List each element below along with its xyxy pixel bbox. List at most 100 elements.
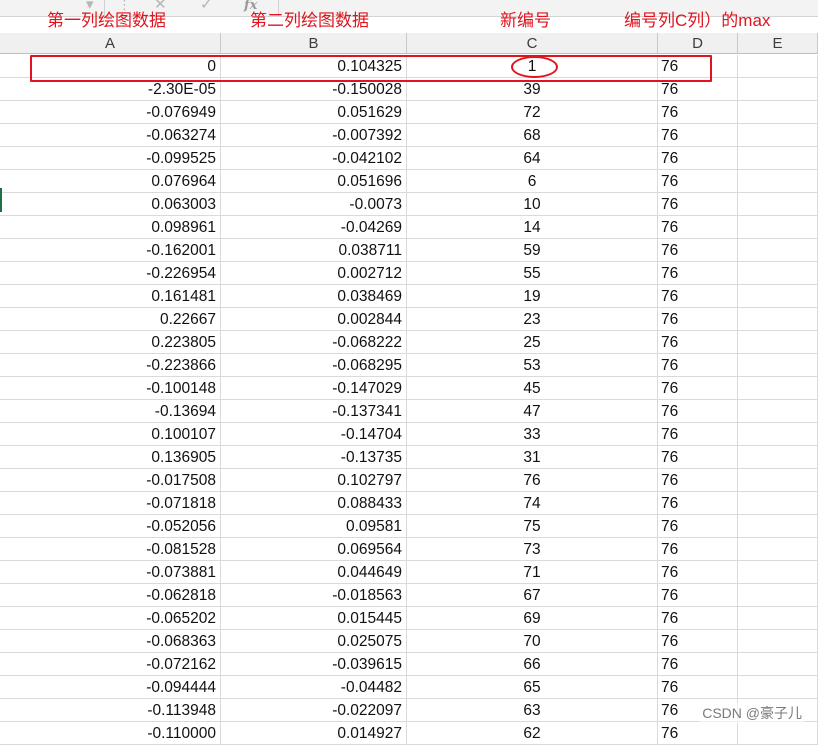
cell-b[interactable]: -0.14704 <box>221 423 407 446</box>
cell-d[interactable]: 76 <box>658 653 738 676</box>
cell-e[interactable] <box>738 124 818 147</box>
cell-d[interactable]: 76 <box>658 607 738 630</box>
cell-e[interactable] <box>738 101 818 124</box>
cell-a[interactable]: 0.223805 <box>0 331 221 354</box>
cell-a[interactable]: -0.063274 <box>0 124 221 147</box>
cell-b[interactable]: 0.025075 <box>221 630 407 653</box>
cell-e[interactable] <box>738 193 818 216</box>
cell-a[interactable]: 0.098961 <box>0 216 221 239</box>
cell-e[interactable] <box>738 630 818 653</box>
cell-a[interactable]: -0.017508 <box>0 469 221 492</box>
cell-a[interactable]: 0.22667 <box>0 308 221 331</box>
cell-b[interactable]: 0.002712 <box>221 262 407 285</box>
cell-e[interactable] <box>738 492 818 515</box>
cell-e[interactable] <box>738 676 818 699</box>
cell-c[interactable]: 62 <box>407 722 658 745</box>
cell-c[interactable]: 23 <box>407 308 658 331</box>
cell-d[interactable]: 76 <box>658 216 738 239</box>
cell-b[interactable]: -0.04482 <box>221 676 407 699</box>
cell-a[interactable]: -0.081528 <box>0 538 221 561</box>
cell-b[interactable]: 0.088433 <box>221 492 407 515</box>
cell-e[interactable] <box>738 55 818 78</box>
cell-c[interactable]: 45 <box>407 377 658 400</box>
cell-c[interactable]: 6 <box>407 170 658 193</box>
cell-c[interactable]: 74 <box>407 492 658 515</box>
cell-b[interactable]: -0.042102 <box>221 147 407 170</box>
cell-a[interactable]: -0.110000 <box>0 722 221 745</box>
cell-b[interactable]: -0.0073 <box>221 193 407 216</box>
cell-a[interactable]: -0.052056 <box>0 515 221 538</box>
cell-e[interactable] <box>738 377 818 400</box>
cell-a[interactable]: -0.068363 <box>0 630 221 653</box>
cell-c[interactable]: 14 <box>407 216 658 239</box>
cell-b[interactable]: -0.022097 <box>221 699 407 722</box>
cell-a[interactable]: 0.136905 <box>0 446 221 469</box>
cell-c[interactable]: 71 <box>407 561 658 584</box>
cell-e[interactable] <box>738 216 818 239</box>
cell-d[interactable]: 76 <box>658 262 738 285</box>
cell-c[interactable]: 33 <box>407 423 658 446</box>
cell-c[interactable]: 53 <box>407 354 658 377</box>
cell-a[interactable]: -0.162001 <box>0 239 221 262</box>
cell-b[interactable]: -0.068295 <box>221 354 407 377</box>
column-header-c[interactable]: C <box>407 33 658 54</box>
cell-e[interactable] <box>738 170 818 193</box>
cell-d[interactable]: 76 <box>658 101 738 124</box>
cell-e[interactable] <box>738 722 818 745</box>
cell-c[interactable]: 55 <box>407 262 658 285</box>
cell-d[interactable]: 76 <box>658 469 738 492</box>
cell-a[interactable]: -0.113948 <box>0 699 221 722</box>
confirm-icon[interactable]: ✓ <box>200 0 213 14</box>
cell-e[interactable] <box>738 354 818 377</box>
cell-c[interactable]: 69 <box>407 607 658 630</box>
cell-d[interactable]: 76 <box>658 331 738 354</box>
cell-e[interactable] <box>738 584 818 607</box>
cell-c[interactable]: 10 <box>407 193 658 216</box>
cell-d[interactable]: 76 <box>658 446 738 469</box>
cell-a[interactable]: 0.063003 <box>0 193 221 216</box>
cell-d[interactable]: 76 <box>658 400 738 423</box>
cell-b[interactable]: -0.007392 <box>221 124 407 147</box>
cell-d[interactable]: 76 <box>658 285 738 308</box>
cell-e[interactable] <box>738 147 818 170</box>
cell-e[interactable] <box>738 262 818 285</box>
cell-e[interactable] <box>738 400 818 423</box>
cell-b[interactable]: 0.051696 <box>221 170 407 193</box>
cell-a[interactable]: -0.062818 <box>0 584 221 607</box>
cell-d[interactable]: 76 <box>658 561 738 584</box>
column-header-a[interactable]: A <box>0 33 221 54</box>
cell-c[interactable]: 67 <box>407 584 658 607</box>
cell-c[interactable]: 47 <box>407 400 658 423</box>
cell-e[interactable] <box>738 78 818 101</box>
cell-e[interactable] <box>738 561 818 584</box>
cell-d[interactable]: 76 <box>658 722 738 745</box>
cell-c[interactable]: 25 <box>407 331 658 354</box>
cell-d[interactable]: 76 <box>658 423 738 446</box>
cell-a[interactable]: -0.065202 <box>0 607 221 630</box>
cell-e[interactable] <box>738 653 818 676</box>
cell-a[interactable]: -0.071818 <box>0 492 221 515</box>
cell-a[interactable]: 0.100107 <box>0 423 221 446</box>
cell-a[interactable]: -0.072162 <box>0 653 221 676</box>
cell-d[interactable]: 76 <box>658 308 738 331</box>
cell-a[interactable]: 0.161481 <box>0 285 221 308</box>
cell-c[interactable]: 72 <box>407 101 658 124</box>
cell-e[interactable] <box>738 469 818 492</box>
cell-c[interactable]: 68 <box>407 124 658 147</box>
column-header-e[interactable]: E <box>738 33 818 54</box>
cell-a[interactable]: -0.099525 <box>0 147 221 170</box>
cell-d[interactable]: 76 <box>658 124 738 147</box>
cell-c[interactable]: 70 <box>407 630 658 653</box>
cell-c[interactable]: 64 <box>407 147 658 170</box>
cell-b[interactable]: 0.002844 <box>221 308 407 331</box>
cell-b[interactable]: 0.051629 <box>221 101 407 124</box>
cell-b[interactable]: 0.069564 <box>221 538 407 561</box>
cell-e[interactable] <box>738 446 818 469</box>
cell-b[interactable]: 0.038711 <box>221 239 407 262</box>
cell-c[interactable]: 66 <box>407 653 658 676</box>
column-header-d[interactable]: D <box>658 33 738 54</box>
cell-c[interactable]: 31 <box>407 446 658 469</box>
cell-b[interactable]: -0.039615 <box>221 653 407 676</box>
cell-d[interactable]: 76 <box>658 147 738 170</box>
cell-e[interactable] <box>738 239 818 262</box>
